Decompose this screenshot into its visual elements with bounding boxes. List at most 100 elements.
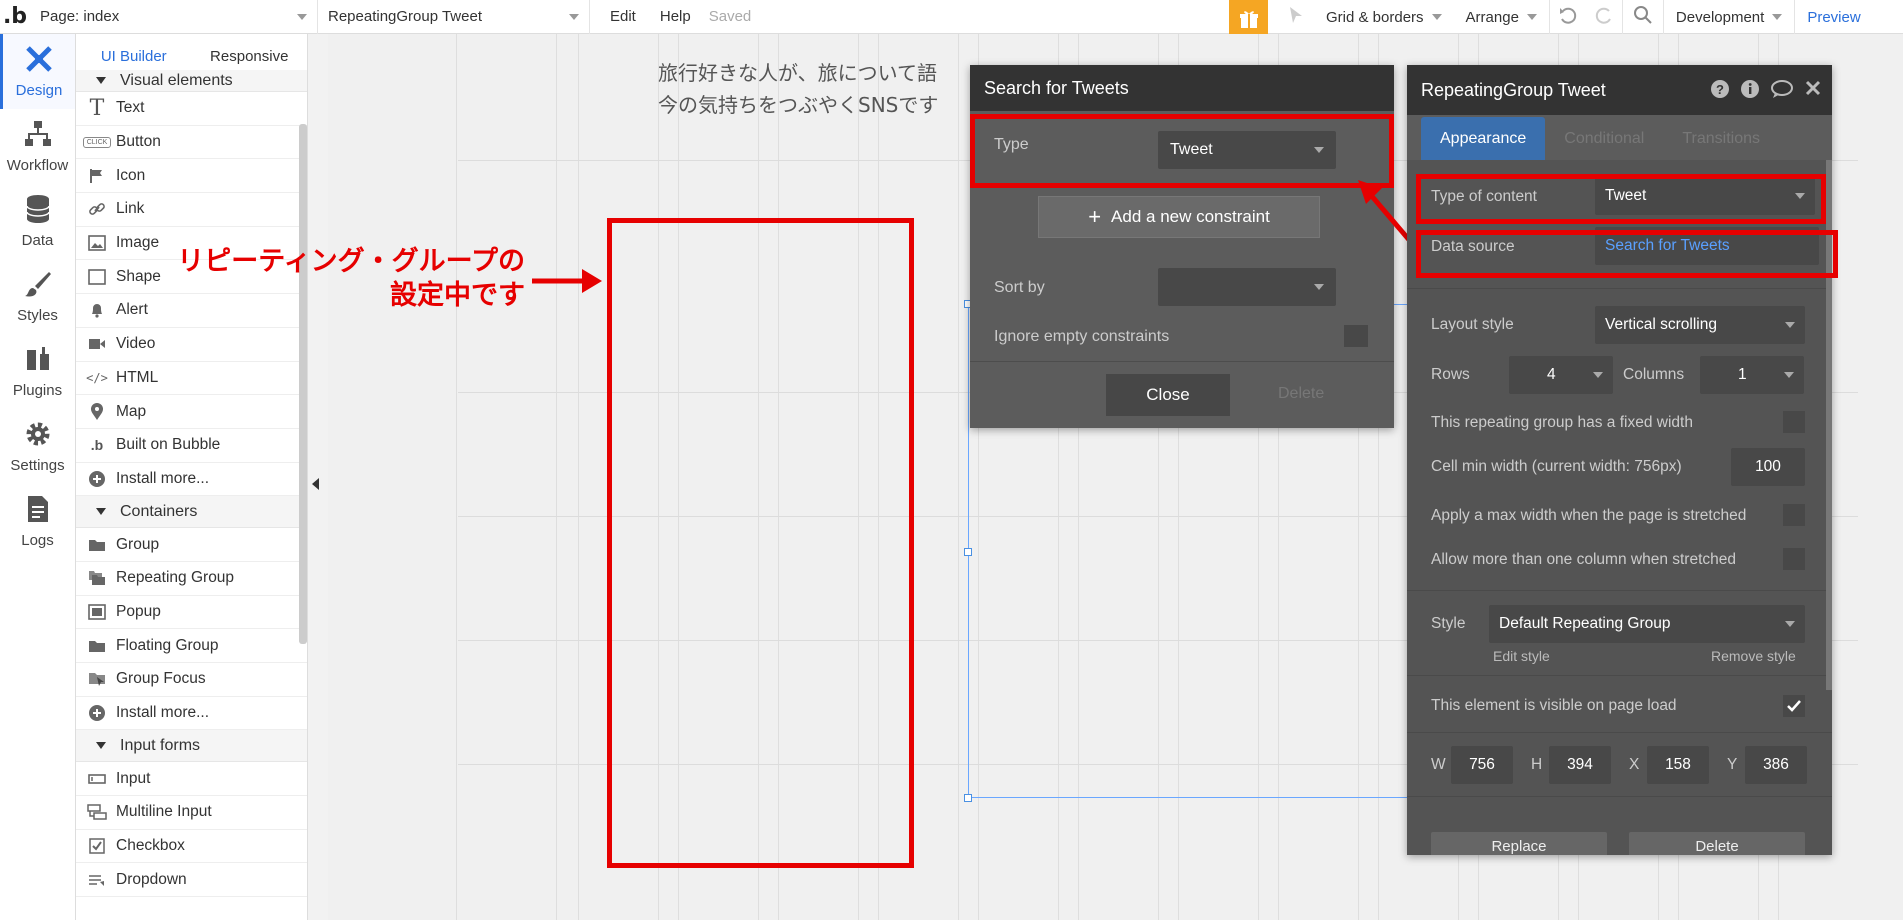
nav-workflow[interactable]: Workflow bbox=[0, 109, 75, 184]
palette-item-dropdown[interactable]: Dropdown bbox=[76, 863, 307, 898]
grid-borders-menu[interactable]: Grid & borders bbox=[1314, 0, 1454, 34]
height-input[interactable]: 394 bbox=[1549, 746, 1611, 784]
palette-scrollbar[interactable] bbox=[299, 124, 307, 644]
workflow-icon bbox=[23, 119, 53, 157]
section-visual-elements[interactable]: Visual elements bbox=[76, 70, 307, 92]
nav-styles[interactable]: Styles bbox=[0, 259, 75, 334]
flag-icon bbox=[84, 166, 110, 186]
close-icon[interactable] bbox=[1804, 79, 1822, 104]
delete-button[interactable]: Delete bbox=[1278, 385, 1324, 403]
close-button[interactable]: Close bbox=[1106, 374, 1230, 416]
dialog-title: Search for Tweets bbox=[970, 65, 1394, 111]
gift-icon[interactable] bbox=[1229, 0, 1268, 38]
palette-item-video[interactable]: Video bbox=[76, 328, 307, 362]
arrange-menu[interactable]: Arrange bbox=[1454, 0, 1549, 34]
nav-workflow-label: Workflow bbox=[6, 157, 69, 174]
palette-item-label: Text bbox=[116, 99, 145, 117]
redo-icon[interactable] bbox=[1586, 5, 1622, 29]
edit-style-link[interactable]: Edit style bbox=[1493, 648, 1550, 664]
y-label: Y bbox=[1727, 756, 1738, 773]
palette-item-repeating-group[interactable]: Repeating Group bbox=[76, 562, 307, 596]
comment-icon[interactable] bbox=[1770, 79, 1794, 104]
x-input[interactable]: 158 bbox=[1647, 746, 1709, 784]
palette-item-install-more-containers[interactable]: Install more... bbox=[76, 697, 307, 731]
nav-settings[interactable]: Settings bbox=[0, 409, 75, 484]
undo-icon[interactable] bbox=[1550, 5, 1586, 29]
cell-min-width-input[interactable]: 100 bbox=[1731, 448, 1805, 486]
section-input-forms[interactable]: Input forms bbox=[76, 730, 307, 763]
palette-item-html[interactable]: </> HTML bbox=[76, 362, 307, 396]
palette-item-floating-group[interactable]: Floating Group bbox=[76, 629, 307, 663]
pointer-icon[interactable] bbox=[1278, 6, 1314, 28]
ignore-empty-checkbox[interactable] bbox=[1344, 325, 1368, 347]
rows-label: Rows bbox=[1431, 366, 1470, 383]
shape-icon bbox=[84, 267, 110, 287]
page-description-text[interactable]: 旅行好きな人が、旅について語 今の気持ちをつぶやくSNSです bbox=[658, 57, 938, 121]
add-constraint-button[interactable]: + Add a new constraint bbox=[1038, 196, 1320, 238]
page-selector[interactable]: Page: index bbox=[30, 0, 318, 34]
palette-item-map[interactable]: Map bbox=[76, 395, 307, 429]
resize-handle[interactable] bbox=[964, 548, 972, 556]
chevron-down-icon bbox=[1526, 14, 1537, 20]
info-icon[interactable] bbox=[1740, 79, 1760, 104]
nav-data[interactable]: Data bbox=[0, 184, 75, 259]
columns-select[interactable]: 1 bbox=[1700, 356, 1804, 394]
help-icon[interactable]: ? bbox=[1710, 79, 1730, 104]
edit-menu[interactable]: Edit bbox=[598, 0, 648, 34]
palette-item-multiline-input[interactable]: Multiline Input bbox=[76, 796, 307, 830]
element-selector[interactable]: RepeatingGroup Tweet bbox=[318, 0, 590, 34]
section-containers[interactable]: Containers bbox=[76, 496, 307, 529]
delete-element-button[interactable]: Delete bbox=[1629, 832, 1805, 855]
palette-item-button[interactable]: CLICK Button bbox=[76, 126, 307, 160]
bubble-logo-icon: .b bbox=[90, 437, 104, 454]
palette-item-label: Built on Bubble bbox=[116, 436, 221, 454]
collapse-palette-icon[interactable] bbox=[312, 478, 319, 490]
palette-item-label: Install more... bbox=[116, 469, 210, 487]
annotation-line-2: 設定中です bbox=[390, 280, 525, 311]
replace-button[interactable]: Replace bbox=[1431, 832, 1607, 855]
palette-item-group[interactable]: Group bbox=[76, 528, 307, 562]
layout-style-value: Vertical scrolling bbox=[1605, 316, 1717, 333]
nav-logs[interactable]: Logs bbox=[0, 484, 75, 559]
visible-on-load-checkbox[interactable] bbox=[1783, 695, 1805, 717]
palette-item-built-on-bubble[interactable]: .b Built on Bubble bbox=[76, 429, 307, 463]
y-input[interactable]: 386 bbox=[1745, 746, 1807, 784]
folder-icon bbox=[84, 636, 110, 656]
palette-item-group-focus[interactable]: Group Focus bbox=[76, 663, 307, 697]
nav-design[interactable]: Design bbox=[0, 34, 75, 109]
layout-style-select[interactable]: Vertical scrolling bbox=[1595, 306, 1805, 344]
width-input[interactable]: 756 bbox=[1451, 746, 1513, 784]
environment-select[interactable]: Development bbox=[1664, 0, 1794, 34]
search-icon[interactable] bbox=[1623, 5, 1663, 29]
style-select[interactable]: Default Repeating Group bbox=[1489, 605, 1805, 643]
nav-plugins[interactable]: Plugins bbox=[0, 334, 75, 409]
resize-handle[interactable] bbox=[964, 794, 972, 802]
sort-by-select[interactable] bbox=[1158, 268, 1336, 306]
columns-value: 1 bbox=[1738, 366, 1747, 383]
palette-item-checkbox[interactable]: Checkbox bbox=[76, 830, 307, 864]
fixed-width-checkbox[interactable] bbox=[1783, 411, 1805, 433]
palette-item-popup[interactable]: Popup bbox=[76, 596, 307, 630]
annotation-box-repeating-group bbox=[607, 218, 914, 868]
palette-item-install-more-visual[interactable]: Install more... bbox=[76, 463, 307, 497]
tab-transitions[interactable]: Transitions bbox=[1663, 117, 1779, 160]
palette-item-label: Checkbox bbox=[116, 837, 185, 855]
palette-item-link[interactable]: Link bbox=[76, 193, 307, 227]
palette-item-input[interactable]: Input bbox=[76, 762, 307, 797]
preview-link[interactable]: Preview bbox=[1795, 0, 1872, 34]
tab-appearance[interactable]: Appearance bbox=[1421, 117, 1546, 160]
palette-item-text[interactable]: T Text bbox=[76, 92, 307, 126]
palette-item-icon[interactable]: Icon bbox=[76, 159, 307, 194]
chevron-down-icon bbox=[1314, 284, 1324, 290]
property-editor-tabs: Appearance Conditional Transitions bbox=[1407, 115, 1832, 160]
multi-column-checkbox[interactable] bbox=[1783, 548, 1805, 570]
help-menu[interactable]: Help bbox=[648, 0, 703, 34]
folder-icon bbox=[84, 535, 110, 555]
rows-select[interactable]: 4 bbox=[1509, 356, 1613, 394]
environment-label: Development bbox=[1675, 8, 1765, 26]
max-width-checkbox[interactable] bbox=[1783, 504, 1805, 526]
palette-item-label: Button bbox=[116, 133, 161, 151]
bubble-logo-icon[interactable]: .b bbox=[0, 0, 30, 34]
remove-style-link[interactable]: Remove style bbox=[1711, 648, 1796, 664]
tab-conditional[interactable]: Conditional bbox=[1545, 117, 1663, 160]
